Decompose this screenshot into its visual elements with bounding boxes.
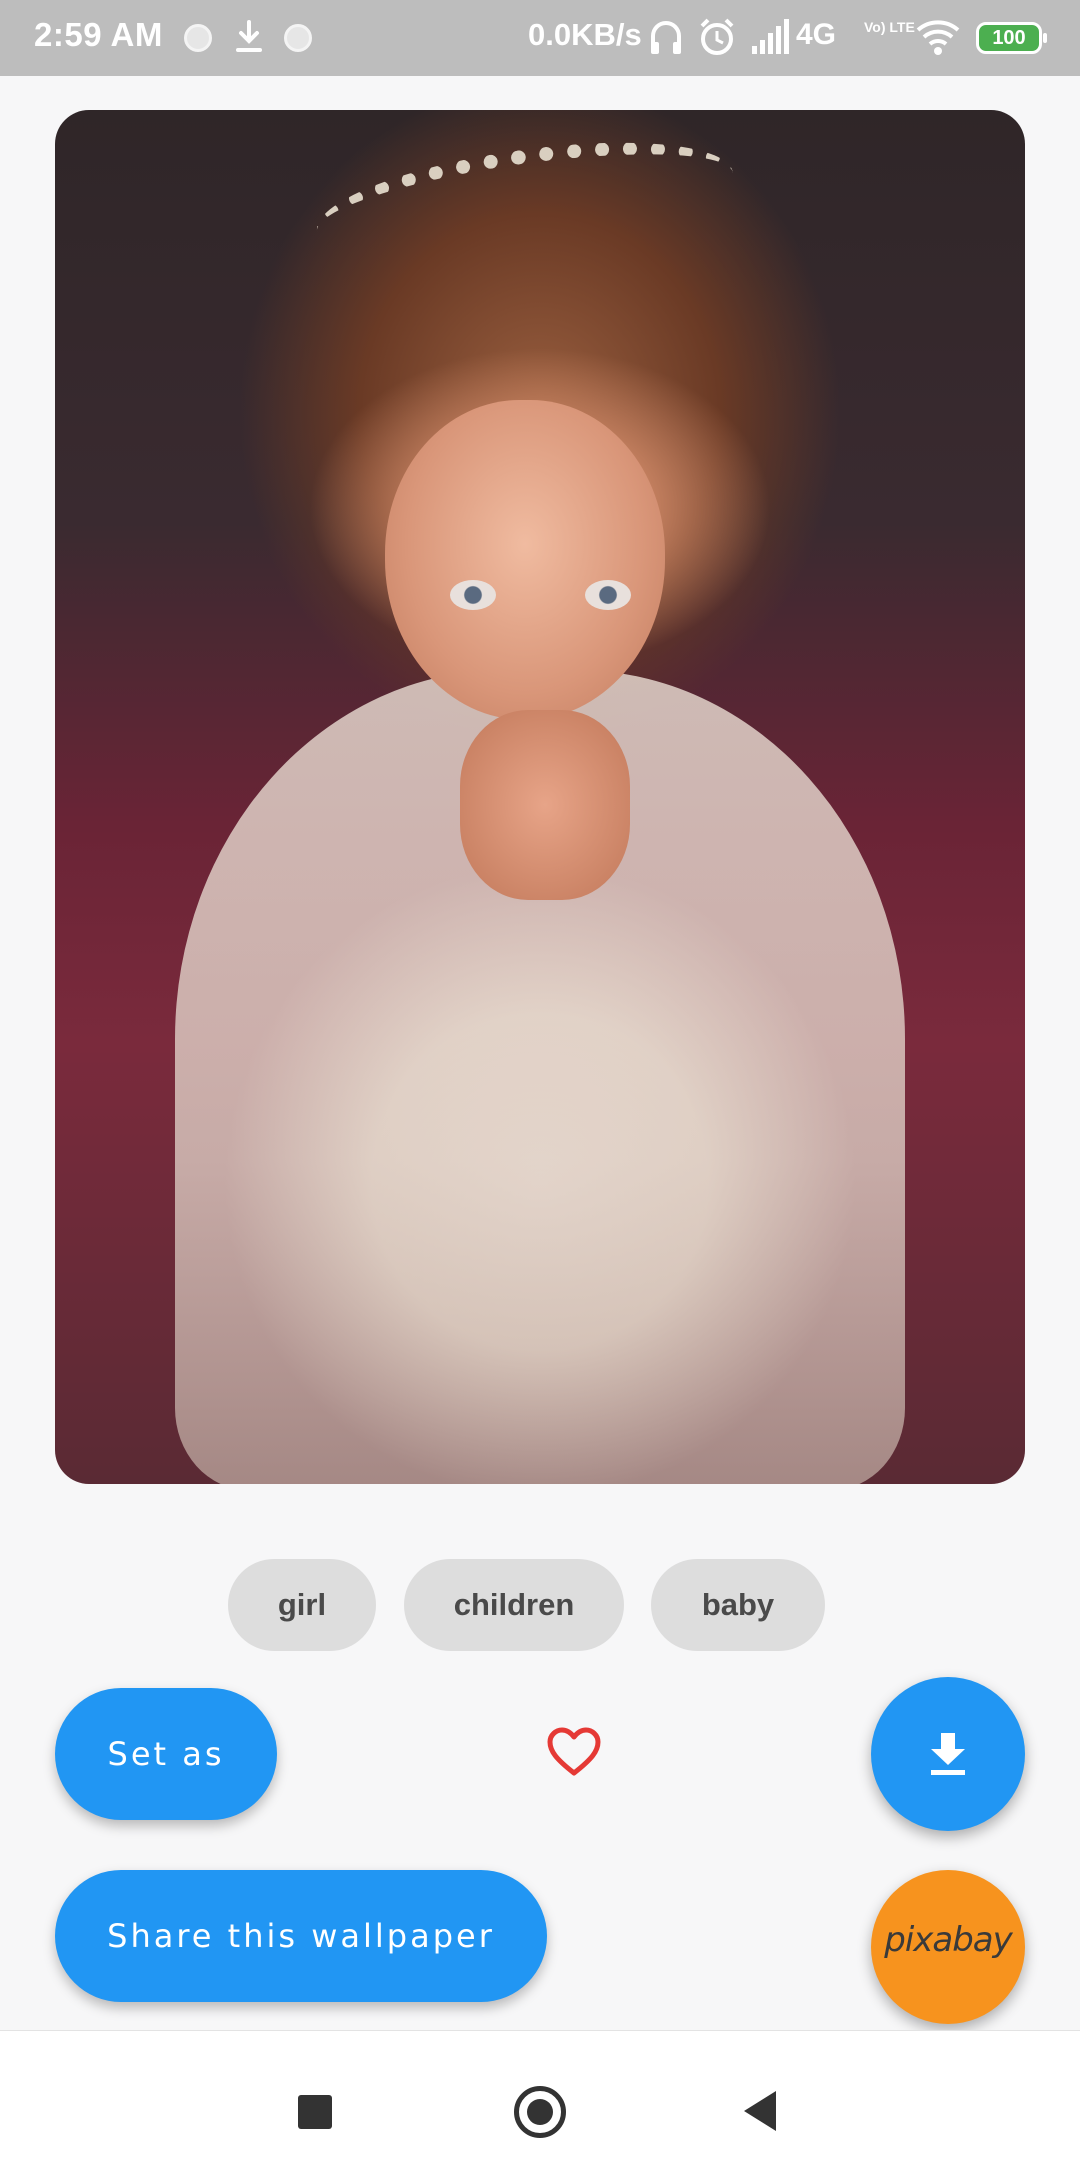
tag-chip-baby[interactable]: baby xyxy=(651,1559,825,1651)
back-triangle-icon[interactable] xyxy=(744,2091,776,2131)
pixabay-logo: pixabay xyxy=(884,1920,1013,1960)
status-time: 2:59 AM xyxy=(34,16,163,53)
wallpaper-hands-shape xyxy=(460,710,630,900)
set-as-button[interactable]: Set as xyxy=(55,1688,277,1820)
network-speed: 0.0KB/s xyxy=(528,17,642,52)
wallpaper-eye-shape xyxy=(450,580,496,610)
headphones-icon xyxy=(651,21,681,54)
notification-dot-icon xyxy=(284,24,312,52)
heart-outline-icon[interactable] xyxy=(546,1727,602,1777)
network-type: 4G xyxy=(796,18,837,51)
home-circle-icon[interactable] xyxy=(514,2086,566,2138)
battery-icon: 100 xyxy=(976,22,1047,54)
wallpaper-face-shape xyxy=(385,400,665,720)
tag-list: girl children baby xyxy=(0,1559,1080,1651)
wallpaper-headband-shape xyxy=(309,121,741,283)
download-icon xyxy=(931,1733,965,1775)
recents-square-icon[interactable] xyxy=(298,2095,332,2129)
wallpaper-eye-shape xyxy=(585,580,631,610)
volte-indicator: Vo) LTE xyxy=(864,19,915,35)
system-nav-bar xyxy=(0,2030,1080,2161)
notification-dot-icon xyxy=(184,24,212,52)
signal-icon xyxy=(752,19,789,54)
download-button[interactable] xyxy=(871,1677,1025,1831)
wifi-icon xyxy=(916,20,960,55)
tag-chip-children[interactable]: children xyxy=(404,1559,624,1651)
share-wallpaper-button[interactable]: Share this wallpaper xyxy=(55,1870,547,2002)
pixabay-source-button[interactable]: pixabay xyxy=(871,1870,1025,2024)
alarm-icon xyxy=(700,18,734,55)
wallpaper-image[interactable] xyxy=(55,110,1025,1484)
tag-chip-girl[interactable]: girl xyxy=(228,1559,376,1651)
download-icon xyxy=(236,20,262,52)
status-bar: 2:59 AM 0.0KB/s 4G Vo) LTE 100 xyxy=(0,0,1080,76)
